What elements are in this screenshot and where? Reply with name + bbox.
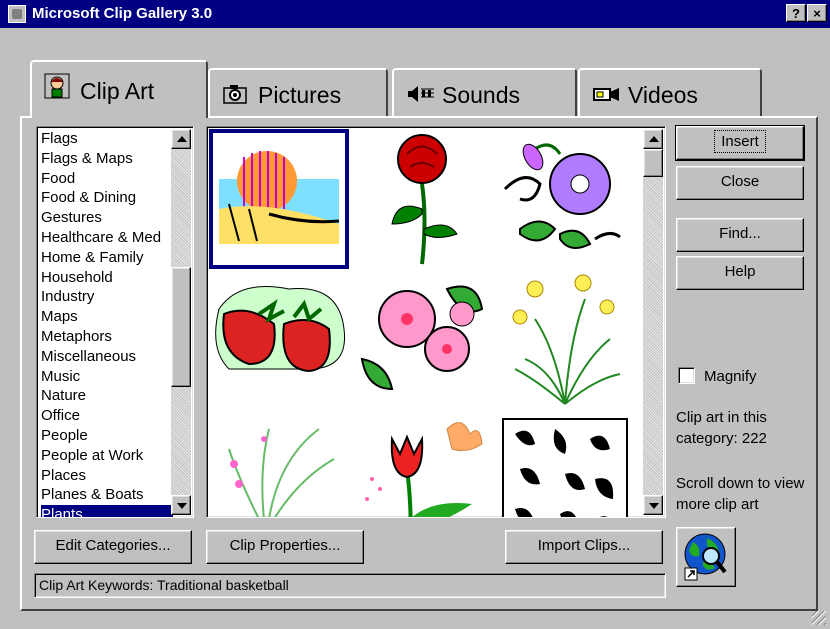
- category-item[interactable]: Industry: [41, 287, 173, 307]
- help-button[interactable]: ?: [786, 4, 806, 22]
- speaker-notes-icon: [408, 86, 434, 102]
- online-clip-gallery-button[interactable]: [676, 527, 736, 587]
- tab-label: Clip Art: [80, 78, 155, 104]
- scroll-up-arrow-icon[interactable]: [171, 129, 191, 149]
- help-dialog-button[interactable]: Help: [676, 256, 804, 290]
- category-item[interactable]: Maps: [41, 307, 173, 327]
- tab-label: Videos: [628, 82, 698, 108]
- scroll-down-arrow-icon[interactable]: [171, 495, 191, 515]
- magnify-label[interactable]: Magnify: [704, 366, 830, 387]
- category-item[interactable]: Music: [41, 367, 173, 387]
- category-item[interactable]: Household: [41, 268, 173, 288]
- close-window-button[interactable]: ×: [807, 4, 827, 22]
- close-button[interactable]: Close: [676, 166, 804, 200]
- clip-art-person-icon: [44, 73, 70, 99]
- category-item[interactable]: Flags: [41, 129, 173, 149]
- category-item[interactable]: Nature: [41, 386, 173, 406]
- tab-label: Sounds: [442, 82, 521, 108]
- clip-count-text: Clip art in this category: 222: [676, 409, 767, 447]
- keywords-status-bar: Clip Art Keywords: Traditional basketbal…: [34, 573, 666, 598]
- scroll-thumb[interactable]: [171, 267, 191, 387]
- category-item[interactable]: Metaphors: [41, 327, 173, 347]
- globe-magnifier-icon: [684, 533, 727, 581]
- app-icon[interactable]: [8, 5, 26, 23]
- camera-icon: [223, 85, 247, 104]
- tab-clip-art[interactable]: Clip Art: [30, 60, 208, 118]
- gallery-scrollbar[interactable]: [643, 129, 663, 515]
- morning-glory-clip[interactable]: [495, 129, 635, 269]
- insert-button[interactable]: Insert: [675, 125, 805, 161]
- category-item[interactable]: Office: [41, 406, 173, 426]
- category-item[interactable]: Places: [41, 466, 173, 486]
- tab-videos[interactable]: Videos: [578, 68, 762, 118]
- category-item[interactable]: Plants: [41, 505, 173, 517]
- category-item[interactable]: Flags & Maps: [41, 149, 173, 169]
- category-items: Flags Flags & Maps Food Food & Dining Gestur…: [37, 127, 193, 517]
- tulip-butterfly-clip[interactable]: [352, 409, 492, 518]
- clip-gallery[interactable]: [206, 126, 666, 518]
- category-item[interactable]: People: [41, 426, 173, 446]
- category-item[interactable]: Food: [41, 169, 173, 189]
- grass-flowers-clip[interactable]: [209, 409, 349, 518]
- scroll-hint-text: Scroll down to view more clip art: [676, 475, 805, 513]
- edit-categories-button[interactable]: Edit Categories...: [34, 530, 192, 564]
- resize-grip[interactable]: [812, 611, 826, 625]
- insert-label: Insert: [714, 130, 766, 153]
- import-clips-button[interactable]: Import Clips...: [505, 530, 663, 564]
- strawberries-clip[interactable]: [209, 269, 349, 409]
- video-camera-icon: [593, 88, 619, 101]
- scroll-track[interactable]: [643, 149, 663, 495]
- sunset-ocean-clip[interactable]: [209, 129, 349, 269]
- category-list[interactable]: Flags Flags & Maps Food Food & Dining Gestur…: [36, 126, 194, 518]
- leaf-pattern-clip[interactable]: [495, 409, 635, 518]
- tab-pictures[interactable]: Pictures: [208, 68, 388, 118]
- clip-properties-button[interactable]: Clip Properties...: [206, 530, 364, 564]
- category-item[interactable]: Food & Dining: [41, 188, 173, 208]
- category-item[interactable]: Planes & Boats: [41, 485, 173, 505]
- category-scrollbar[interactable]: [171, 129, 191, 515]
- category-item[interactable]: Home & Family: [41, 248, 173, 268]
- category-item[interactable]: People at Work: [41, 446, 173, 466]
- rose-clip[interactable]: [352, 129, 492, 269]
- daffodils-clip[interactable]: [495, 269, 635, 409]
- title-bar[interactable]: Microsoft Clip Gallery 3.0 ? ×: [0, 0, 830, 28]
- category-item[interactable]: Gestures: [41, 208, 173, 228]
- scroll-thumb[interactable]: [643, 149, 663, 177]
- pink-blossoms-clip[interactable]: [352, 269, 492, 409]
- tab-label: Pictures: [258, 82, 342, 108]
- tab-sounds[interactable]: Sounds: [392, 68, 577, 118]
- scroll-down-arrow-icon[interactable]: [643, 495, 663, 515]
- window-title: Microsoft Clip Gallery 3.0: [32, 5, 213, 22]
- find-button[interactable]: Find...: [676, 218, 804, 252]
- category-item[interactable]: Healthcare & Med: [41, 228, 173, 248]
- category-item[interactable]: Miscellaneous: [41, 347, 173, 367]
- scroll-up-arrow-icon[interactable]: [643, 129, 663, 149]
- magnify-checkbox[interactable]: [678, 367, 695, 384]
